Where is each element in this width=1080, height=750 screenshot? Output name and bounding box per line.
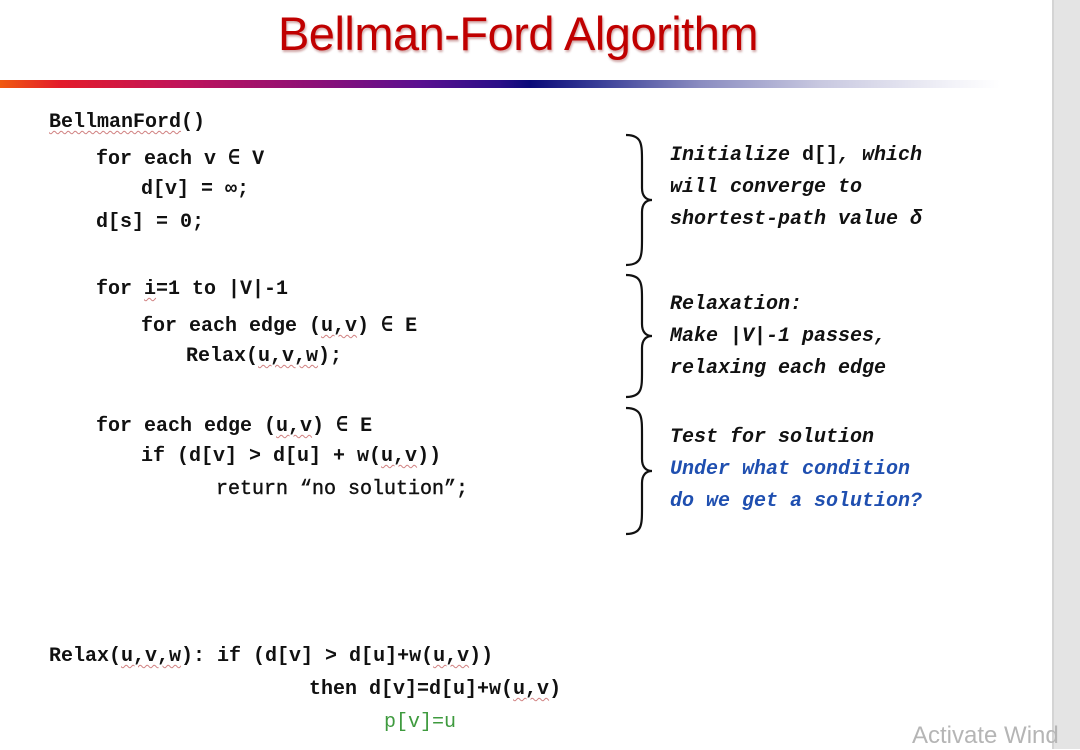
init-line-1: for each v ∈ V [96,148,265,171]
function-signature: BellmanFord() [49,111,206,134]
relax-loop-line-1: for i=1 to |V|-1 [96,278,289,301]
relax-loop-line-2: for each edge (u,v) ∈ E [141,315,418,338]
brace-relaxation-icon [625,273,653,399]
check-loop-line-2: if (d[v] > d[u] + w(u,v)) [141,445,442,468]
annotation-relaxation-line-1: Relaxation: [670,293,803,316]
check-loop-line-1: for each edge (u,v) ∈ E [96,415,373,438]
scrollbar-track[interactable] [1052,0,1080,749]
annotation-question-line-1: Under what condition [670,458,911,481]
annotation-relaxation-line-2: Make |V|-1 passes, [670,325,887,348]
slide-title: Bellman-Ford Algorithm [277,7,759,60]
check-loop-line-3: return “no solution”; [216,478,469,501]
slide: Bellman-Ford Algorithm BellmanFord() for… [0,0,1050,749]
relax-definition-predecessor: p[v]=u [384,711,457,734]
annotation-test-line-1: Test for solution [670,426,875,449]
init-line-2: d[v] = ∞; [141,178,250,201]
brace-init-icon [625,133,653,267]
annotation-init-line-1: Initialize d[], which [670,144,923,167]
init-line-3: d[s] = 0; [96,211,205,234]
annotation-question-line-2: do we get a solution? [670,490,923,513]
activate-windows-watermark: Activate Wind [912,722,1059,749]
relax-definition-line-1: Relax(u,v,w): if (d[v] > d[u]+w(u,v)) [49,645,494,668]
annotation-init-line-3: shortest-path value δ [670,208,923,231]
brace-test-icon [625,406,653,536]
relax-definition-line-2: then d[v]=d[u]+w(u,v) [309,678,562,701]
function-name: BellmanFord [49,111,182,134]
annotation-relaxation-line-3: relaxing each edge [670,357,887,380]
relax-loop-line-3: Relax(u,v,w); [186,345,343,368]
annotation-init-line-2: will converge to [670,176,863,199]
title-gradient-rule [0,80,1000,88]
